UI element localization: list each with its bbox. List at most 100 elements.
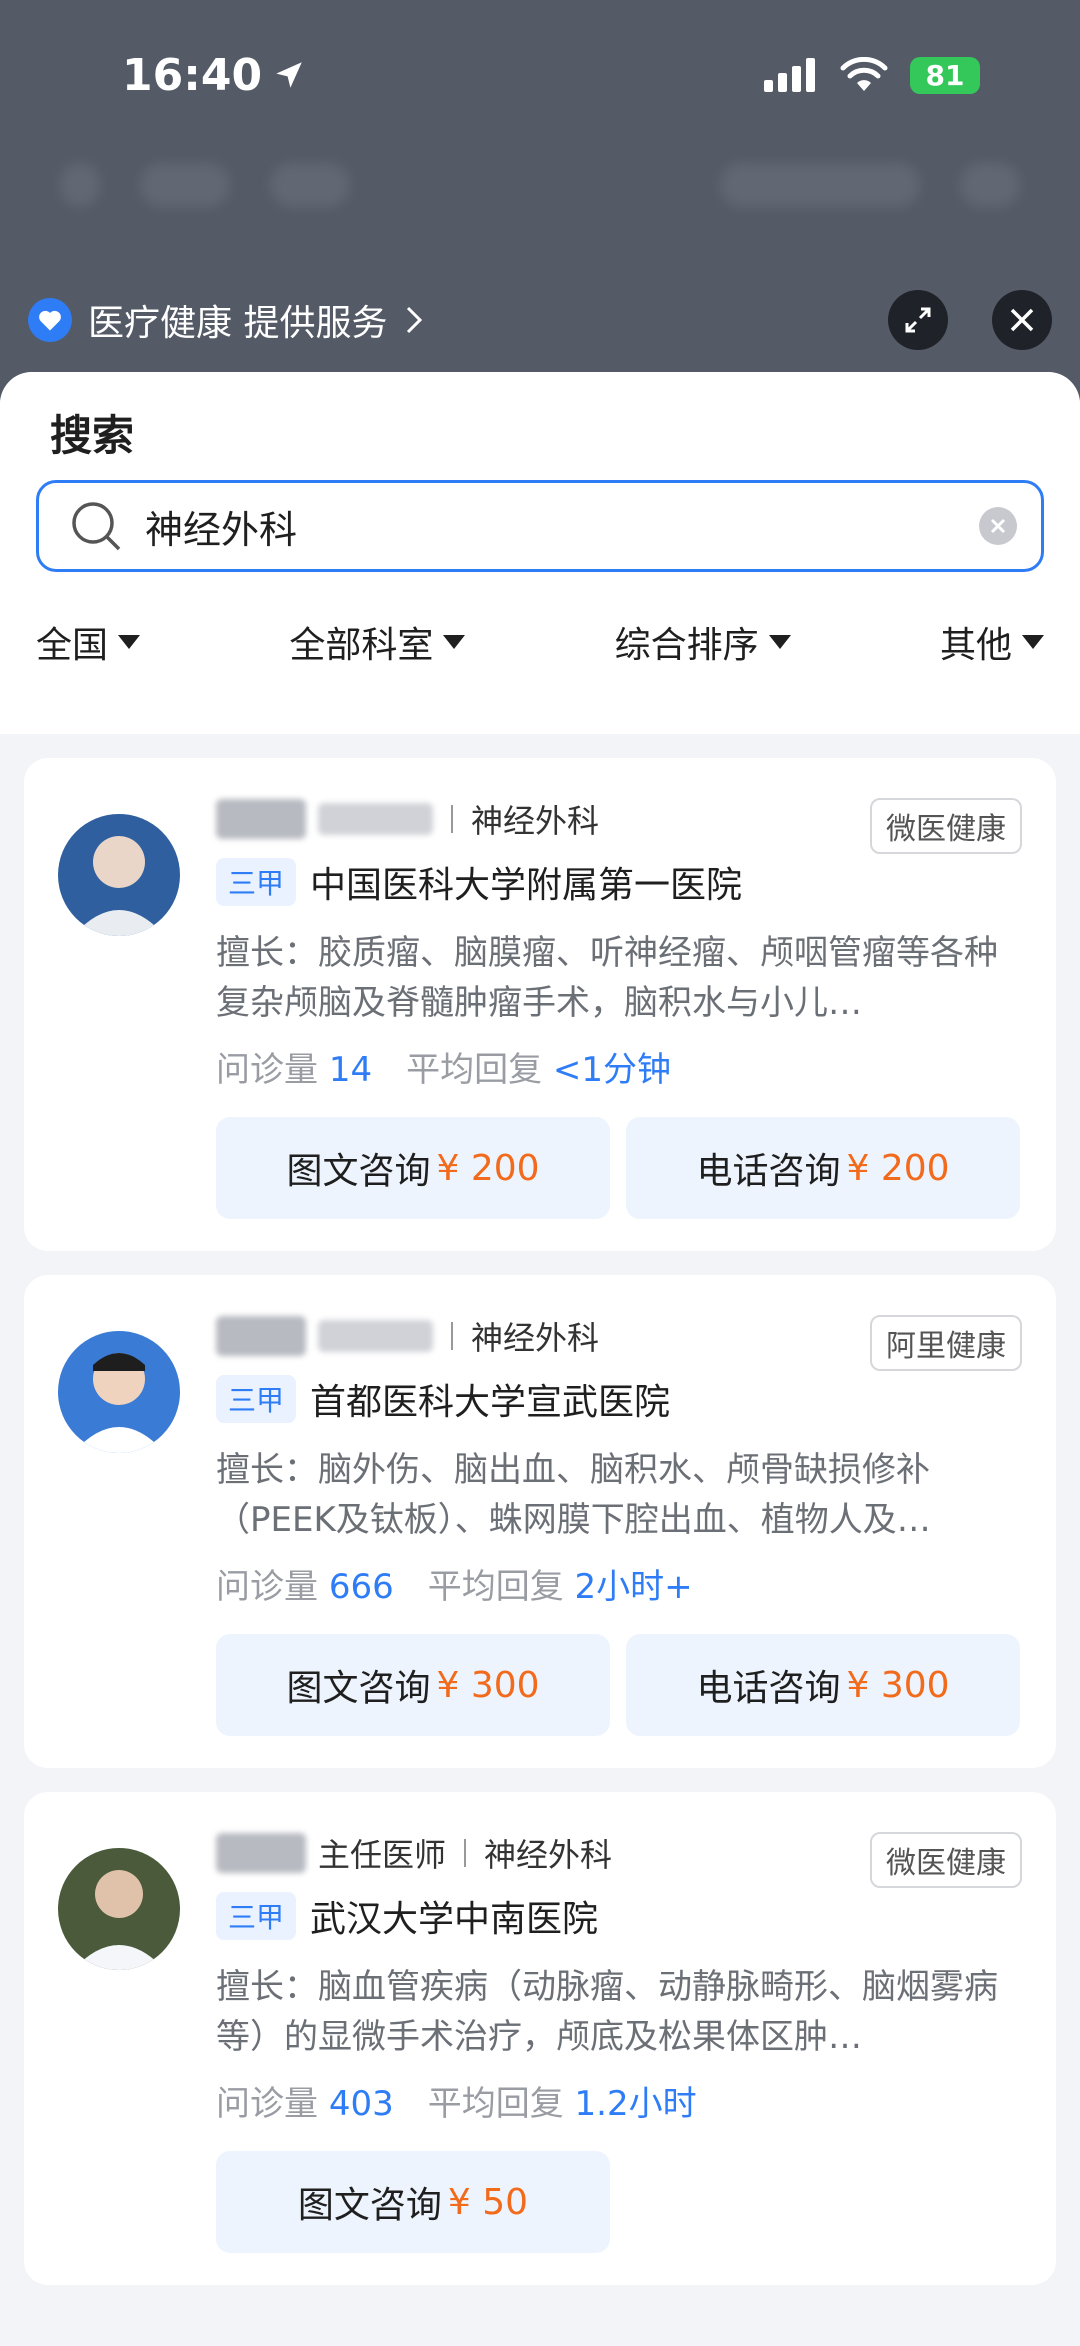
doctor-name-redacted bbox=[216, 1316, 306, 1356]
caret-down-icon bbox=[768, 635, 791, 649]
doctor-title-redacted bbox=[318, 1320, 433, 1352]
button-label: 图文咨询 bbox=[286, 1151, 431, 1192]
filter-department[interactable]: 全部科室 bbox=[289, 616, 466, 668]
department: 神经外科 bbox=[471, 802, 600, 840]
location-arrow-icon bbox=[276, 62, 302, 88]
price: ¥ 300 bbox=[436, 1664, 540, 1706]
expertise-text: 擅长：胶质瘤、脑膜瘤、听神经瘤、颅咽管瘤等各种复杂颅脑及脊髓肿瘤手术，脑积水与小… bbox=[216, 933, 998, 1023]
doctor-list: 微医健康 神经外科 三甲 中国医科大学附属第一医院 擅长：胶质瘤、脑膜瘤、听神经… bbox=[0, 734, 1080, 2285]
caret-down-icon bbox=[118, 635, 141, 649]
button-label: 电话咨询 bbox=[696, 1151, 841, 1192]
close-icon bbox=[1010, 308, 1034, 332]
reply-time: 2小时+ bbox=[574, 1567, 693, 1607]
divider bbox=[464, 1839, 467, 1867]
divider bbox=[451, 1322, 453, 1350]
button-label: 图文咨询 bbox=[297, 2185, 442, 2226]
reply-time-label: 平均回复 bbox=[427, 2084, 564, 2124]
divider bbox=[451, 805, 453, 833]
doctor-card[interactable]: 微医健康 神经外科 三甲 中国医科大学附属第一医院 擅长：胶质瘤、脑膜瘤、听神经… bbox=[24, 758, 1056, 1251]
time-text: 16:40 bbox=[122, 49, 263, 101]
doctor-stats: 问诊量 403 平均回复 1.2小时 bbox=[216, 2076, 1022, 2125]
signal-icon bbox=[764, 58, 815, 92]
hospital-name: 中国医科大学附属第一医院 bbox=[310, 865, 743, 906]
reply-time: 1.2小时 bbox=[574, 2084, 697, 2124]
hospital-name: 首都医科大学宣武医院 bbox=[310, 1382, 671, 1423]
hospital-row: 三甲 首都医科大学宣武医院 bbox=[216, 1373, 1022, 1425]
hospital-level-badge: 三甲 bbox=[216, 1375, 297, 1423]
doctor-name-redacted bbox=[216, 799, 306, 839]
consult-buttons: 图文咨询 ¥ 300 电话咨询 ¥ 300 bbox=[216, 1634, 1022, 1736]
reply-time: <1分钟 bbox=[552, 1050, 672, 1090]
clear-search-button[interactable] bbox=[979, 507, 1017, 545]
battery-indicator: 81 bbox=[910, 56, 980, 94]
doctor-title: 主任医师 bbox=[318, 1836, 447, 1874]
sheet-actions bbox=[888, 290, 1052, 350]
doctor-stats: 问诊量 666 平均回复 2小时+ bbox=[216, 1559, 1022, 1608]
price: ¥ 200 bbox=[436, 1147, 540, 1189]
source-badge: 阿里健康 bbox=[870, 1315, 1022, 1371]
text-consult-button[interactable]: 图文咨询 ¥ 300 bbox=[216, 1634, 610, 1736]
filter-label: 综合排序 bbox=[614, 625, 759, 666]
doctor-card[interactable]: 阿里健康 神经外科 三甲 首都医科大学宣武医院 擅长：脑外伤、脑出血、脑积水、颅… bbox=[24, 1275, 1056, 1768]
search-icon bbox=[72, 502, 121, 551]
consult-count: 666 bbox=[328, 1567, 394, 1607]
hospital-level-badge: 三甲 bbox=[216, 858, 297, 906]
consult-count-label: 问诊量 bbox=[216, 1567, 318, 1607]
phone-consult-button[interactable]: 电话咨询 ¥ 200 bbox=[626, 1117, 1020, 1219]
sheet-title: 搜索 bbox=[50, 411, 135, 460]
filter-label: 全国 bbox=[36, 625, 109, 666]
source-badge: 微医健康 bbox=[870, 1832, 1022, 1888]
search-value: 神经外科 bbox=[145, 507, 298, 552]
hospital-name: 武汉大学中南医院 bbox=[310, 1899, 599, 1940]
expertise-text: 擅长：脑血管疾病（动脉瘤、动静脉畸形、脑烟雾病等）的显微手术治疗，颅底及松果体区… bbox=[216, 1967, 998, 2057]
clear-icon bbox=[990, 518, 1006, 534]
text-consult-button[interactable]: 图文咨询 ¥ 50 bbox=[216, 2151, 610, 2253]
caret-down-icon bbox=[1022, 635, 1044, 649]
filter-label: 全部科室 bbox=[289, 625, 434, 666]
doctor-card[interactable]: 微医健康 主任医师 神经外科 三甲 武汉大学中南医院 擅长：脑血管疾病（动脉瘤、… bbox=[24, 1792, 1056, 2285]
avatar bbox=[58, 1848, 180, 1970]
doctor-stats: 问诊量 14 平均回复 <1分钟 bbox=[216, 1042, 1022, 1091]
doctor-title-redacted bbox=[318, 803, 433, 835]
battery-level: 81 bbox=[925, 58, 965, 92]
price: ¥ 50 bbox=[447, 2181, 529, 2223]
reply-time-label: 平均回复 bbox=[406, 1050, 543, 1090]
filter-other[interactable]: 其他 bbox=[940, 616, 1044, 668]
phone-consult-button[interactable]: 电话咨询 ¥ 300 bbox=[626, 1634, 1020, 1736]
search-input[interactable]: 神经外科 bbox=[36, 480, 1044, 572]
service-provider-link[interactable]: 医疗健康 提供服务 bbox=[28, 294, 425, 346]
consult-count: 14 bbox=[328, 1050, 373, 1090]
department: 神经外科 bbox=[471, 1319, 600, 1357]
consult-buttons: 图文咨询 ¥ 50 bbox=[216, 2151, 1022, 2253]
text-consult-button[interactable]: 图文咨询 ¥ 200 bbox=[216, 1117, 610, 1219]
status-bar: 16:40 81 bbox=[0, 0, 1080, 150]
hospital-row: 三甲 中国医科大学附属第一医院 bbox=[216, 856, 1022, 908]
consult-buttons: 图文咨询 ¥ 200 电话咨询 ¥ 200 bbox=[216, 1117, 1022, 1219]
price: ¥ 300 bbox=[846, 1664, 950, 1706]
source-badge: 微医健康 bbox=[870, 798, 1022, 854]
expertise-text: 擅长：脑外伤、脑出血、脑积水、颅骨缺损修补（PEEK及钛板）、蛛网膜下腔出血、植… bbox=[216, 1450, 931, 1540]
search-sheet: 搜索 神经外科 全国 全部科室 综合排序 其他 微医健康 神经外科 三甲 中国医… bbox=[0, 372, 1080, 2346]
filter-label: 其他 bbox=[939, 625, 1012, 666]
caret-down-icon bbox=[443, 635, 466, 649]
wifi-icon bbox=[840, 57, 888, 91]
button-label: 图文咨询 bbox=[286, 1668, 431, 1709]
filter-sort[interactable]: 综合排序 bbox=[615, 616, 791, 668]
expand-icon bbox=[905, 307, 931, 333]
avatar bbox=[58, 814, 180, 936]
filter-region[interactable]: 全国 bbox=[36, 616, 141, 668]
department: 神经外科 bbox=[484, 1836, 613, 1874]
avatar bbox=[58, 1331, 180, 1453]
hospital-level-badge: 三甲 bbox=[216, 1892, 297, 1940]
doctor-name-redacted bbox=[216, 1833, 306, 1873]
close-button[interactable] bbox=[992, 290, 1052, 350]
expand-button[interactable] bbox=[888, 290, 948, 350]
filter-bar: 全国 全部科室 综合排序 其他 bbox=[36, 572, 1044, 668]
chevron-right-icon bbox=[407, 306, 423, 334]
consult-count: 403 bbox=[328, 2084, 394, 2124]
reply-time-label: 平均回复 bbox=[427, 1567, 564, 1607]
consult-count-label: 问诊量 bbox=[216, 2084, 318, 2124]
service-label: 医疗健康 提供服务 bbox=[88, 303, 388, 344]
consult-count-label: 问诊量 bbox=[216, 1050, 318, 1090]
button-label: 电话咨询 bbox=[696, 1668, 841, 1709]
